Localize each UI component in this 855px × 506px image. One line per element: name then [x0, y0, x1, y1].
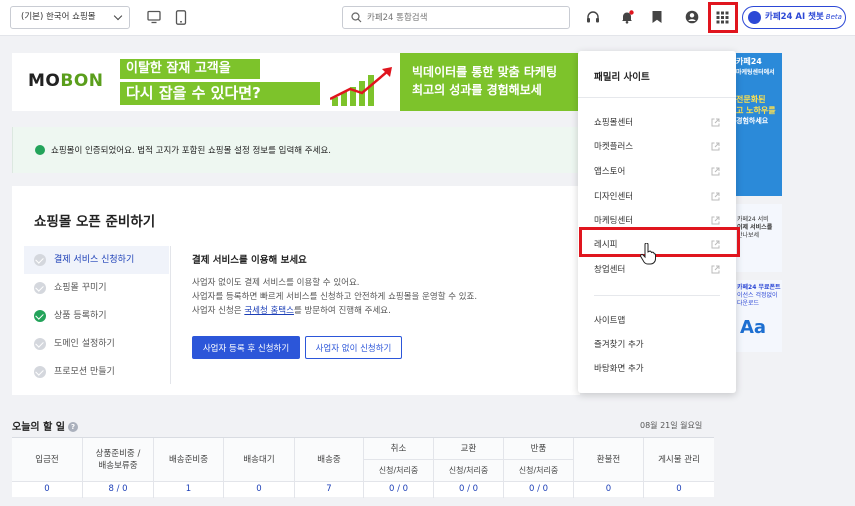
col-return[interactable]: 반품 신청/처리중 0 / 0 [504, 438, 574, 498]
todo-date: 08월 21일 월요일 [640, 421, 703, 430]
col-waiting[interactable]: 배송대기 0 [224, 438, 295, 498]
banner-headline-2: 다시 잡을 수 있다면? [120, 82, 320, 105]
notice-text: 쇼핑몰이 인증되었어요. 법적 고지가 포함된 쇼핑몰 설정 정보를 입력해 주… [51, 146, 331, 156]
col-before-deposit[interactable]: 입금전 0 [12, 438, 83, 498]
step-design[interactable]: 쇼핑몰 꾸미기 [24, 274, 169, 302]
family-site-dropdown: 패밀리 사이트 쇼핑몰센터 마켓플러스 앱스토어 디자인센터 마케팅센터 레시피… [578, 51, 736, 393]
panel-title: 쇼핑몰 오픈 준비하기 [34, 214, 156, 230]
apply-without-business-button[interactable]: 사업자 없이 신청하기 [305, 336, 402, 359]
col-before-refund[interactable]: 환불전 0 [574, 438, 644, 498]
chevron-down-icon [113, 11, 123, 21]
step-list: 결제 서비스 신청하기 쇼핑몰 꾸미기 상품 등록하기 도메인 설정하기 프로모… [24, 246, 169, 386]
step-check-icon [34, 338, 46, 350]
headset-icon[interactable] [586, 10, 600, 24]
menu-item-design-center[interactable]: 디자인센터 [594, 189, 720, 205]
external-link-icon [711, 216, 720, 225]
promo-banner[interactable]: MOBON 이탈한 잠재 고객을 다시 잡을 수 있다면? 빅데이터를 통한 맞… [12, 53, 580, 111]
external-link-icon [711, 167, 720, 176]
dropdown-title: 패밀리 사이트 [594, 72, 650, 83]
chatbot-logo-icon [748, 11, 761, 24]
external-link-icon [711, 265, 720, 274]
menu-item-add-desktop[interactable]: 바탕화면 추가 [594, 361, 720, 377]
menu-item-appstore[interactable]: 앱스토어 [594, 164, 720, 180]
dropdown-divider [594, 295, 720, 296]
menu-item-sitemap[interactable]: 사이트맵 [594, 313, 720, 329]
step-payment[interactable]: 결제 서비스 신청하기 [24, 246, 169, 274]
step-check-done-icon [34, 310, 46, 322]
bookmark-icon[interactable] [651, 10, 663, 24]
ad-service[interactable]: 카페24 서비 이제 서비스를 만나보세 [734, 204, 782, 272]
hand-cursor-icon [640, 243, 656, 265]
content-heading: 결제 서비스를 이용해 보세요 [192, 255, 307, 266]
divider [170, 246, 171, 384]
open-ready-panel: 쇼핑몰 오픈 준비하기 결제 서비스 신청하기 쇼핑몰 꾸미기 상품 등록하기 … [12, 186, 580, 395]
check-circle-icon [35, 145, 45, 155]
apply-with-business-button[interactable]: 사업자 등록 후 신청하기 [192, 336, 300, 359]
col-ready-to-ship[interactable]: 배송준비중 1 [154, 438, 224, 498]
verification-notice: 쇼핑몰이 인증되었어요. 법적 고지가 포함된 쇼핑몰 설정 정보를 입력해 주… [12, 127, 580, 173]
search-icon [351, 12, 362, 23]
dropdown-divider [578, 97, 736, 98]
step-products[interactable]: 상품 등록하기 [24, 302, 169, 330]
banner-logo: MOBON [28, 71, 104, 91]
step-content: 결제 서비스를 이용해 보세요 사업자 없이도 결제 서비스를 이용할 수 있어… [192, 252, 477, 318]
search-input[interactable] [367, 9, 563, 26]
step-check-icon [34, 254, 46, 266]
content-line-1: 사업자 없이도 결제 서비스를 이용할 수 있어요. [192, 278, 360, 288]
banner-right: 빅데이터를 통한 맞춤 타케팅 최고의 성과를 경험해보세 [400, 53, 580, 111]
todo-table: 입금전 0 상품준비중 / 배송보류중 8 / 0 배송준비중 1 배송대기 0 배송중 7… [12, 437, 714, 498]
user-icon[interactable] [685, 10, 699, 24]
global-search[interactable] [342, 6, 570, 29]
growth-chart-icon [330, 67, 392, 106]
external-link-icon [711, 118, 720, 127]
menu-item-startup-center[interactable]: 창업센터 [594, 262, 720, 278]
step-check-icon [34, 366, 46, 378]
help-icon[interactable]: ? [67, 422, 78, 432]
col-exchange[interactable]: 교환 신청/처리중 0 / 0 [434, 438, 504, 498]
mall-select-label: (기본) 한국어 쇼핑몰 [21, 12, 96, 22]
monitor-icon[interactable] [147, 10, 161, 24]
step-check-icon [34, 282, 46, 294]
content-line-3: 사업자 신청은 국세청 홈택스를 방문하여 진행해 주세요. [192, 306, 391, 316]
mobile-icon[interactable] [175, 10, 187, 25]
todo-title: 오늘의 할 일? [12, 418, 78, 433]
menu-item-marketplus[interactable]: 마켓플러스 [594, 139, 720, 155]
chatbot-label: 카페24 AI 챗봇 [765, 12, 824, 22]
step-domain[interactable]: 도메인 설정하기 [24, 330, 169, 358]
col-cancel[interactable]: 취소 신청/처리중 0 / 0 [364, 438, 434, 498]
bell-icon[interactable] [620, 10, 634, 24]
external-link-icon [711, 192, 720, 201]
step-promotion[interactable]: 프로모션 만들기 [24, 358, 169, 386]
ad-marketing[interactable]: 카페24 마케팅센터에서 전문화된 고 노하우를 경험하세요 [734, 53, 782, 196]
col-shipping[interactable]: 배송중 7 [295, 438, 364, 498]
hometax-link[interactable]: 국세청 홈택스 [244, 306, 294, 316]
content-line-2: 사업자를 등록하면 빠르게 서비스를 신청하고 안전하게 쇼핑몰을 운영할 수 … [192, 292, 478, 302]
ad-free-font[interactable]: 카페24 무료폰트 이선스 걱정없이 다운로드 Aa [734, 280, 782, 352]
recipe-highlight-box [579, 227, 740, 257]
col-preparing[interactable]: 상품준비중 / 배송보류중 8 / 0 [83, 438, 154, 498]
ai-chatbot-button[interactable]: 카페24 AI 챗봇 Beta [742, 6, 846, 29]
col-posts[interactable]: 게시물 관리 0 [644, 438, 714, 498]
apps-highlight-box [708, 2, 738, 33]
external-link-icon [711, 142, 720, 151]
beta-badge: Beta [825, 13, 842, 21]
menu-item-add-favorite[interactable]: 즐겨찾기 추가 [594, 337, 720, 353]
mall-select[interactable]: (기본) 한국어 쇼핑몰 [10, 6, 130, 29]
menu-item-shoppingmall-center[interactable]: 쇼핑몰센터 [594, 115, 720, 131]
banner-headline-1: 이탈한 잠재 고객을 [120, 59, 260, 79]
